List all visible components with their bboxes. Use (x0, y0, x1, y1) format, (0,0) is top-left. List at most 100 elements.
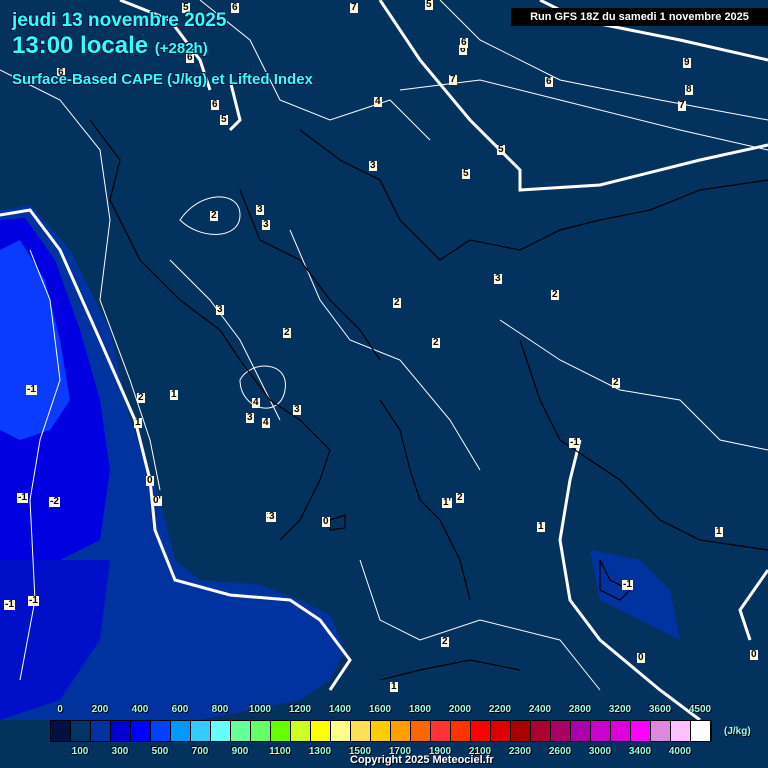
lifted-index-label: 2 (551, 289, 559, 300)
legend-tick-label: 2600 (548, 746, 572, 757)
legend-tick-label: 800 (211, 704, 229, 715)
legend-swatch (151, 721, 171, 741)
lifted-index-label: 3 (494, 273, 502, 284)
legend-swatch (431, 721, 451, 741)
lifted-index-label: 0 (750, 649, 758, 660)
legend-swatch (111, 721, 131, 741)
legend-swatch (271, 721, 291, 741)
lifted-index-label: 6 (460, 37, 468, 48)
cape-map (0, 0, 768, 768)
lifted-index-label: 4 (252, 397, 260, 408)
legend-swatch (131, 721, 151, 741)
legend-swatch (471, 721, 491, 741)
legend-swatch (251, 721, 271, 741)
legend-swatch (611, 721, 631, 741)
legend-swatch (51, 721, 71, 741)
lifted-index-label: 2 (441, 636, 449, 647)
legend-tick-label: 1000 (248, 704, 272, 715)
legend-swatch (691, 721, 711, 741)
legend-tick-label: 900 (231, 746, 249, 757)
legend-swatch (631, 721, 651, 741)
lifted-index-label: 2 (393, 297, 401, 308)
lifted-index-label: 4 (262, 417, 270, 428)
legend-tick-label: 2300 (508, 746, 532, 757)
legend-swatch (411, 721, 431, 741)
lifted-index-label: 6 (545, 76, 553, 87)
lifted-index-label: 0' (152, 495, 162, 506)
legend-tick-label: 200 (91, 704, 109, 715)
legend-swatch (311, 721, 331, 741)
legend-tick-label: 600 (171, 704, 189, 715)
legend-swatch (491, 721, 511, 741)
lifted-index-label: 9 (683, 57, 691, 68)
lifted-index-label: -1 (28, 595, 39, 606)
lifted-index-label: 3 (268, 511, 276, 522)
legend-swatch (511, 721, 531, 741)
lifted-index-label: 4 (374, 96, 382, 107)
legend-swatch (231, 721, 251, 741)
lifted-index-label: 2 (283, 327, 291, 338)
lifted-index-label: 8 (685, 84, 693, 95)
legend-tick-label: 500 (151, 746, 169, 757)
lifted-index-label: -1 (622, 579, 633, 590)
lifted-index-label: 0 (322, 516, 330, 527)
legend-swatch (211, 721, 231, 741)
legend-tick-label: 300 (111, 746, 129, 757)
lifted-index-label: 0 (637, 652, 645, 663)
color-legend (50, 720, 712, 742)
legend-swatch (671, 721, 691, 741)
legend-swatch (291, 721, 311, 741)
legend-swatch (551, 721, 571, 741)
lifted-index-label: 2 (432, 337, 440, 348)
legend-tick-label: 4500 (688, 704, 712, 715)
legend-swatch (351, 721, 371, 741)
run-info: Run GFS 18Z du samedi 1 novembre 2025 (511, 8, 768, 26)
lifted-index-label: -1 (17, 492, 28, 503)
lifted-index-label: 5 (425, 0, 433, 10)
legend-swatch (331, 721, 351, 741)
legend-tick-label: 0 (57, 704, 63, 715)
lifted-index-label: 3 (262, 219, 270, 230)
legend-tick-label: 3000 (588, 746, 612, 757)
lifted-index-label: -1 (26, 384, 37, 395)
legend-tick-label: 2400 (528, 704, 552, 715)
lifted-index-label: 7 (678, 100, 686, 111)
legend-tick-label: 400 (131, 704, 149, 715)
legend-tick-label: 100 (71, 746, 89, 757)
lifted-index-label: 1 (715, 526, 723, 537)
lifted-index-label: 7 (350, 2, 358, 13)
legend-swatch (71, 721, 91, 741)
lifted-index-label: 0 (146, 475, 154, 486)
lifted-index-label: -2 (49, 496, 60, 507)
legend-tick-label: 1400 (328, 704, 352, 715)
lifted-index-label: 3 (246, 412, 254, 423)
legend-swatch (91, 721, 111, 741)
lifted-index-label: 3 (293, 404, 301, 415)
legend-swatch (451, 721, 471, 741)
lifted-index-label: 1 (537, 521, 545, 532)
legend-tick-label: 1300 (308, 746, 332, 757)
legend-swatch (371, 721, 391, 741)
forecast-date: jeudi 13 novembre 2025 (12, 10, 227, 31)
legend-tick-label: 3400 (628, 746, 652, 757)
lifted-index-label: 2 (210, 210, 218, 221)
lifted-index-label: 6 (231, 2, 239, 13)
legend-tick-label: 1100 (269, 746, 291, 757)
lifted-index-label: 1 (170, 389, 178, 400)
legend-tick-label: 2800 (568, 704, 592, 715)
legend-tick-label: 3600 (648, 704, 672, 715)
legend-swatch (591, 721, 611, 741)
lifted-index-label: 1 (390, 681, 398, 692)
legend-tick-label: 1600 (368, 704, 392, 715)
legend-swatch (571, 721, 591, 741)
copyright: Copyright 2025 Meteociel.fr (350, 754, 494, 766)
lifted-index-label: 1' (442, 497, 452, 508)
legend-tick-label: 4000 (668, 746, 692, 757)
legend-swatch (531, 721, 551, 741)
legend-tick-label: 1800 (408, 704, 432, 715)
legend-swatch (171, 721, 191, 741)
legend-tick-label: 1200 (288, 704, 312, 715)
forecast-time: 13:00 locale (+282h) (12, 32, 208, 60)
lifted-index-label: 2 (612, 377, 620, 388)
lifted-index-label: 5 (497, 144, 505, 155)
